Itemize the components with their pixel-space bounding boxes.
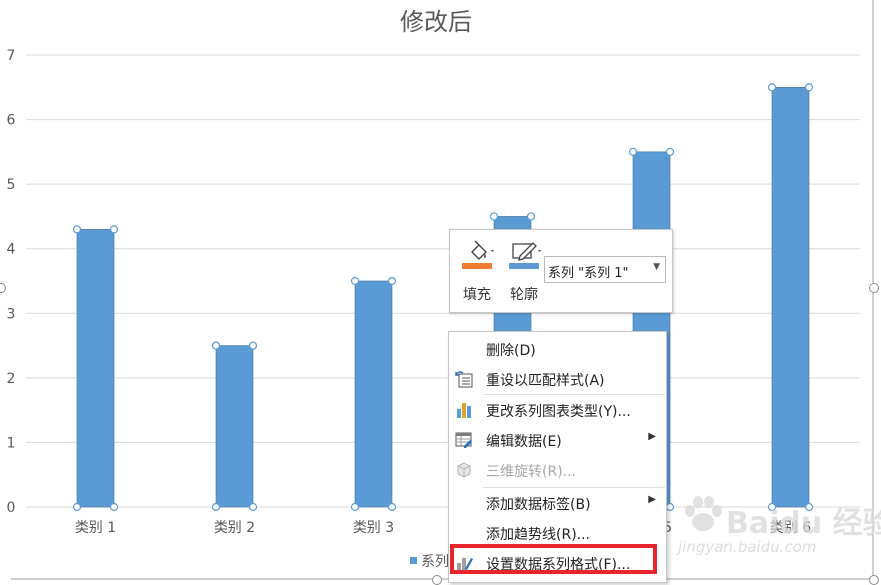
selection-handle[interactable] <box>350 276 360 286</box>
highlight-annotation <box>450 544 657 574</box>
reset-style-icon <box>455 371 473 388</box>
selection-handle[interactable] <box>211 341 221 350</box>
menu-item-edit-data[interactable]: 编辑数据(E) ▶ <box>449 425 666 455</box>
bar[interactable] <box>354 280 393 508</box>
menu-item-label: 重设以匹配样式(A) <box>486 373 605 389</box>
outline-color-swatch <box>509 263 539 269</box>
x-tick-label: 类别 1 <box>75 520 116 536</box>
x-tick-label: 类别 2 <box>214 520 255 536</box>
watermark: Baidu 经验 jingyan.baidu.com <box>678 494 881 564</box>
menu-item-change-chart-type[interactable]: 更改系列图表类型(Y)... <box>449 395 666 425</box>
selection-handle[interactable] <box>526 212 536 221</box>
y-tick-label: 0 <box>7 500 16 516</box>
selection-handle[interactable] <box>72 502 82 512</box>
selection-handle[interactable] <box>387 502 397 512</box>
selection-handle[interactable] <box>211 502 221 512</box>
selection-handle[interactable] <box>248 502 258 512</box>
paw-logo-icon <box>685 496 722 531</box>
bar-chart-icon <box>457 403 471 418</box>
series-select-value: 系列 "系列 1" <box>548 266 629 281</box>
pencil-outline-icon <box>509 242 541 269</box>
menu-item-label: 更改系列图表类型(Y)... <box>486 404 631 420</box>
fill-color-swatch <box>462 263 492 269</box>
selection-handle[interactable] <box>767 83 777 92</box>
selection-handle[interactable] <box>489 212 499 221</box>
cube-icon <box>457 462 471 478</box>
menu-item-label: 编辑数据(E) <box>486 434 562 450</box>
fill-button[interactable]: 填充 <box>458 236 496 303</box>
menu-item-label: 三维旋转(R)... <box>486 464 577 480</box>
legend[interactable]: 系列 <box>410 551 449 571</box>
menu-item-reset-style[interactable]: 重设以匹配样式(A) <box>449 364 666 394</box>
y-tick-label: 3 <box>7 306 16 322</box>
legend-swatch <box>410 557 417 564</box>
y-tick-label: 6 <box>7 113 16 129</box>
selection-handle[interactable] <box>804 83 814 92</box>
menu-item-delete[interactable]: 删除(D) <box>449 334 666 364</box>
y-tick-label: 7 <box>7 48 16 64</box>
y-tick-label: 4 <box>7 242 16 258</box>
x-tick-label: 类别 3 <box>353 520 394 536</box>
chart-resize-handle-right[interactable] <box>869 283 879 293</box>
bar[interactable] <box>215 345 254 508</box>
selection-handle[interactable] <box>350 502 360 512</box>
menu-item-3d-rotation: 三维旋转(R)... <box>449 455 666 485</box>
menu-item-label: 添加趋势线(R)... <box>486 527 591 543</box>
selection-handle[interactable] <box>628 147 638 156</box>
selection-handle[interactable] <box>665 147 675 156</box>
watermark-brand: Baidu 经验 <box>726 506 881 541</box>
menu-item-add-data-labels[interactable]: 添加数据标签(B) ▶ <box>449 488 666 518</box>
paint-bucket-icon <box>462 240 494 269</box>
legend-label: 系列 <box>421 554 449 570</box>
selection-handle[interactable] <box>665 502 675 512</box>
y-tick-label: 1 <box>7 435 16 451</box>
series-select[interactable]: 系列 "系列 1" ▼ <box>544 256 666 283</box>
outline-label: 轮廓 <box>510 287 538 303</box>
fill-label: 填充 <box>463 287 491 303</box>
bar[interactable] <box>771 86 810 508</box>
selection-handle[interactable] <box>248 341 258 350</box>
submenu-arrow-icon: ▶ <box>648 431 656 442</box>
selection-handle[interactable] <box>387 276 397 286</box>
menu-item-label: 添加数据标签(B) <box>486 497 591 513</box>
chevron-down-icon: ▼ <box>653 262 660 272</box>
watermark-url: jingyan.baidu.com <box>678 538 817 556</box>
mini-toolbar: 填充 轮廓 系列 "系列 1" ▼ <box>449 229 673 313</box>
edit-data-icon <box>455 432 472 448</box>
selection-handle[interactable] <box>72 225 82 234</box>
bar[interactable] <box>76 229 115 508</box>
selection-handle[interactable] <box>109 502 119 512</box>
submenu-arrow-icon: ▶ <box>648 494 656 505</box>
y-tick-label: 5 <box>7 177 16 193</box>
y-tick-label: 2 <box>7 371 16 387</box>
chart-title[interactable]: 修改后 <box>400 8 472 36</box>
selection-handle[interactable] <box>109 225 119 234</box>
menu-item-label: 删除(D) <box>486 343 536 359</box>
outline-button[interactable]: 轮廓 <box>505 236 543 303</box>
